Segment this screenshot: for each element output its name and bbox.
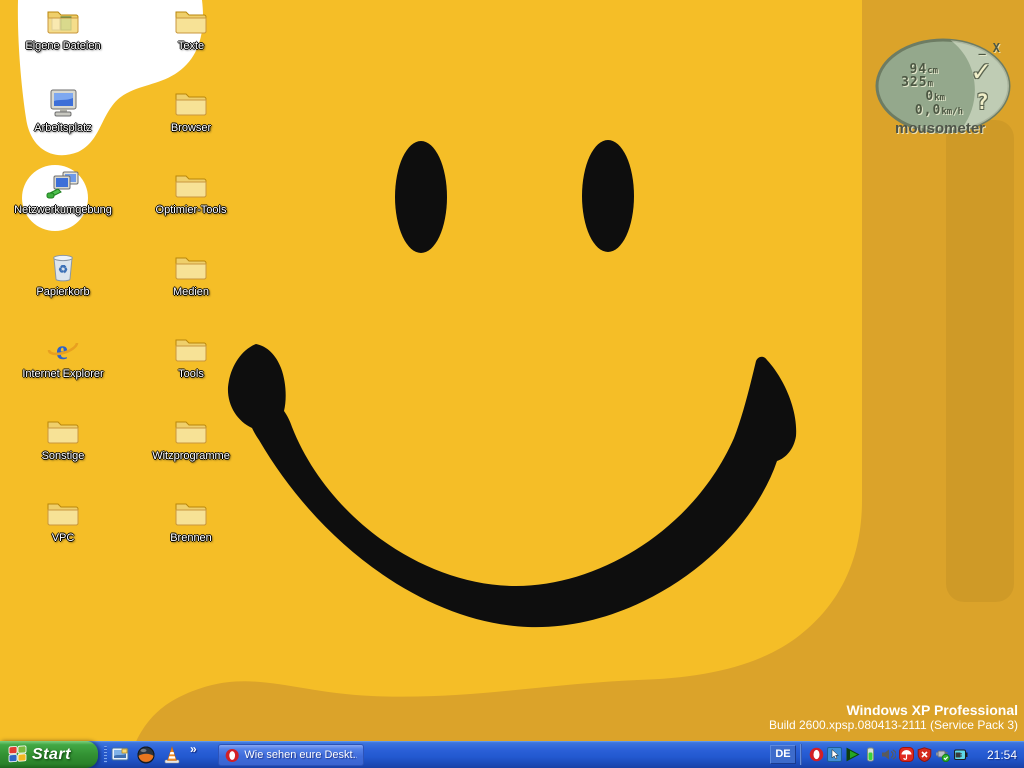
desktop-icon-browser[interactable]: Browser (135, 88, 247, 160)
desktop-icon-papierkorb[interactable]: ♻ Papierkorb (7, 252, 119, 324)
check-button[interactable]: ✓ (972, 54, 990, 89)
show-desktop-icon[interactable] (109, 744, 131, 766)
desktop-icon-medien[interactable]: Medien (135, 252, 247, 324)
taskbar: Start (0, 741, 1024, 768)
desktop-icon-internet-explorer[interactable]: e Internet Explorer (7, 334, 119, 406)
taskbar-window-button-label: Wie sehen eure Deskt... (244, 749, 357, 761)
mousometer-window-controls: _ X (979, 42, 1000, 54)
green-play-tray-icon[interactable] (844, 746, 861, 763)
desktop-icon-label: VPC (7, 532, 119, 544)
windows-build: Build 2600.xpsp.080413-2111 (Service Pac… (769, 718, 1018, 733)
windows-edition: Windows XP Professional (769, 702, 1018, 718)
desktop-icon-arbeitsplatz[interactable]: Arbeitsplatz (7, 88, 119, 160)
opera-icon (225, 748, 239, 763)
folder-icon (174, 252, 208, 284)
start-button[interactable]: Start (0, 741, 98, 768)
tray-icon-strip (808, 746, 969, 763)
svg-text:e: e (56, 335, 68, 364)
desktop-icon-label: Papierkorb (7, 286, 119, 298)
desktop-icon-label: Medien (135, 286, 247, 298)
network-places-icon (46, 170, 80, 202)
my-computer-icon (46, 88, 80, 120)
desktop-icon-optimier-tools[interactable]: Optimier-Tools (135, 170, 247, 242)
windows-flag-icon (8, 745, 27, 764)
help-button[interactable]: ? (976, 90, 989, 114)
desktop-icon-texte[interactable]: Texte (135, 6, 247, 78)
desktop-icon-label: Brennen (135, 532, 247, 544)
mouse-cursor-tray-icon[interactable] (826, 746, 843, 763)
avira-umbrella-icon[interactable] (898, 746, 915, 763)
folder-icon (174, 88, 208, 120)
desktop-icon-netzwerkumgebung[interactable]: Netzwerkumgebung (7, 170, 119, 242)
internet-explorer-icon: e (46, 334, 80, 366)
mousometer-title: mousometer (872, 120, 1008, 137)
taskbar-window-button-opera[interactable]: Wie sehen eure Deskt... (218, 744, 364, 766)
desktop-icon-label: Internet Explorer (7, 368, 119, 380)
round-browser-ball-icon[interactable] (135, 744, 157, 766)
tray-divider (800, 744, 802, 765)
taskbar-clock[interactable]: 21:54 (987, 748, 1017, 762)
folder-icon (174, 498, 208, 530)
folder-icon (174, 170, 208, 202)
desktop-icon-label: Witzprogramme (135, 450, 247, 462)
quick-launch-drag-handle[interactable] (104, 746, 107, 763)
folder-icon (46, 498, 80, 530)
desktop-icon-eigene-dateien[interactable]: Eigene Dateien (7, 6, 119, 78)
minimize-button[interactable]: _ (979, 42, 986, 54)
folder-icon (174, 6, 208, 38)
widget-tint-band (946, 120, 1014, 602)
desktop-icon-label: Optimier-Tools (135, 204, 247, 216)
my-documents-icon (46, 6, 80, 38)
usb-safely-remove-icon[interactable] (934, 746, 951, 763)
wallpaper-sheet (0, 0, 862, 768)
desktop-icon-label: Browser (135, 122, 247, 134)
vlc-icon[interactable] (161, 744, 183, 766)
start-button-label: Start (32, 746, 71, 764)
folder-icon (46, 416, 80, 448)
desktop-icon-label: Arbeitsplatz (7, 122, 119, 134)
smiley-right-eye (582, 140, 634, 252)
desktop-icon-vpc[interactable]: VPC (7, 498, 119, 570)
close-button[interactable]: X (993, 42, 1000, 54)
smiley-left-eye (395, 141, 447, 253)
battery-power-icon[interactable] (952, 746, 969, 763)
desktop-icon-brennen[interactable]: Brennen (135, 498, 247, 570)
volume-icon[interactable] (880, 746, 897, 763)
green-level-meter-icon[interactable] (862, 746, 879, 763)
desktop-icon-label: Sonstige (7, 450, 119, 462)
reading-speed: 0,0km/h (915, 99, 963, 118)
mousometer-widget: _ X 94cm 325m 0km 0,0km/h ✓ ? mousometer (872, 36, 1014, 138)
quick-launch-bar (109, 741, 187, 768)
desktop-icon-label: Eigene Dateien (7, 40, 119, 52)
desktop-icon-sonstige[interactable]: Sonstige (7, 416, 119, 488)
svg-text:♻: ♻ (58, 264, 68, 276)
folder-icon (174, 416, 208, 448)
quick-launch-overflow-chevron[interactable]: » (190, 742, 197, 756)
desktop-icon-label: Texte (135, 40, 247, 52)
desktop-icon-label: Tools (135, 368, 247, 380)
recycle-bin-icon: ♻ (46, 252, 80, 284)
desktop-icon-tools[interactable]: Tools (135, 334, 247, 406)
folder-icon (174, 334, 208, 366)
windows-version-stamp: Windows XP Professional Build 2600.xpsp.… (769, 702, 1018, 733)
opera-tray-icon[interactable] (808, 746, 825, 763)
desktop-icon-label: Netzwerkumgebung (7, 204, 119, 216)
desktop: Eigene Dateien Arbeitsplatz Net (0, 0, 1024, 768)
desktop-icon-witzprogramme[interactable]: Witzprogramme (135, 416, 247, 488)
security-alert-shield-icon[interactable] (916, 746, 933, 763)
language-indicator[interactable]: DE (770, 745, 796, 764)
